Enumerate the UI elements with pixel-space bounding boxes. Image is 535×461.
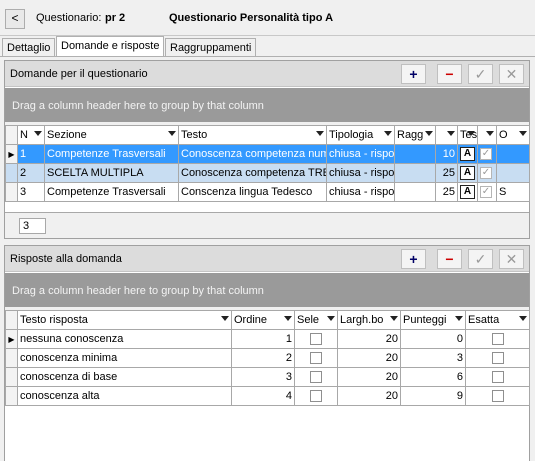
answers-group-hint: Drag a column header here to group by th…	[12, 285, 264, 297]
questions-group-hint: Drag a column header here to group by th…	[12, 100, 264, 112]
table-row[interactable]: conoscenza minima 2 20 3	[5, 348, 530, 368]
questions-grid[interactable]: N Sezione Testo Tipologia Ragg Tes O ▶ 1…	[5, 125, 530, 202]
cancel-question-button[interactable]: ✕	[499, 64, 524, 84]
questions-panel: Domande per il questionario + − ✓ ✕ Drag…	[4, 60, 530, 239]
add-question-button[interactable]: +	[401, 64, 426, 84]
checkbox[interactable]: ✓	[480, 167, 492, 180]
col-header-testo-risposta[interactable]: Testo risposta	[17, 310, 232, 330]
document-icon[interactable]: A	[460, 166, 475, 180]
checkbox[interactable]	[310, 352, 322, 365]
answers-group-panel[interactable]: Drag a column header here to group by th…	[5, 273, 529, 307]
questionnaire-title: Questionario Personalità tipo A	[169, 12, 334, 24]
answers-panel: Risposte alla domanda + − ✓ ✕ Drag a col…	[4, 245, 530, 461]
current-row-icon: ▶	[5, 329, 18, 349]
questionnaire-label: Questionario:	[36, 12, 102, 24]
col-header-o[interactable]: O	[496, 125, 530, 145]
checkbox[interactable]	[310, 371, 322, 384]
checkbox[interactable]	[491, 390, 504, 403]
add-answer-button[interactable]: +	[401, 249, 426, 269]
table-row[interactable]: conoscenza di base 3 20 6	[5, 367, 530, 387]
tab-domande-risposte[interactable]: Domande e risposte	[56, 36, 165, 57]
checkbox[interactable]	[491, 371, 504, 384]
col-header-ordine[interactable]: Ordine	[231, 310, 295, 330]
col-header-esatta[interactable]: Esatta	[465, 310, 530, 330]
row-count: 3	[19, 218, 46, 234]
checkbox[interactable]	[491, 352, 504, 365]
col-header-n[interactable]: N	[17, 125, 45, 145]
questions-group-panel[interactable]: Drag a column header here to group by th…	[5, 88, 529, 122]
table-row[interactable]: 3 Competenze Trasversali Conscenza lingu…	[5, 182, 530, 202]
col-header-check[interactable]	[477, 125, 497, 145]
checkbox[interactable]: ✓	[480, 148, 492, 161]
checkbox[interactable]	[310, 390, 322, 403]
table-row[interactable]: 2 SCELTA MULTIPLA Conoscenza competenza …	[5, 163, 530, 183]
col-header-tes[interactable]: Tes	[457, 125, 478, 145]
checkbox[interactable]: ✓	[480, 186, 492, 199]
questions-header-indicator	[5, 125, 18, 145]
tab-strip-line	[0, 56, 535, 57]
table-row[interactable]: ▶ 1 Competenze Trasversali Conoscenza co…	[5, 144, 530, 164]
col-header-tipologia[interactable]: Tipologia	[326, 125, 395, 145]
col-header-testo[interactable]: Testo	[178, 125, 327, 145]
tab-dettaglio[interactable]: Dettaglio	[2, 38, 56, 56]
current-row-icon: ▶	[5, 144, 18, 164]
questions-footer: 3	[5, 212, 529, 238]
questions-title-text: Domande per il questionario	[10, 68, 148, 80]
cancel-answer-button[interactable]: ✕	[499, 249, 524, 269]
answers-title-text: Risposte alla domanda	[10, 253, 122, 265]
confirm-question-button[interactable]: ✓	[468, 64, 493, 84]
answers-grid[interactable]: Testo risposta Ordine Sele Largh.bo Punt…	[5, 310, 530, 406]
col-header-largh[interactable]: Largh.bo	[337, 310, 401, 330]
col-header-ragg[interactable]: Ragg	[394, 125, 436, 145]
table-row[interactable]: ▶ nessuna conoscenza 1 20 0	[5, 329, 530, 349]
back-button[interactable]: <	[5, 9, 25, 29]
answers-header-indicator	[5, 310, 18, 330]
document-icon[interactable]: A	[460, 185, 475, 199]
questionnaire-code: pr 2	[105, 12, 126, 24]
checkbox[interactable]	[491, 333, 504, 346]
remove-answer-button[interactable]: −	[437, 249, 462, 269]
col-header-value[interactable]	[435, 125, 458, 145]
table-row[interactable]: conoscenza alta 4 20 9	[5, 386, 530, 406]
checkbox[interactable]	[310, 333, 322, 346]
remove-question-button[interactable]: −	[437, 64, 462, 84]
col-header-sezione[interactable]: Sezione	[44, 125, 179, 145]
document-icon[interactable]: A	[460, 147, 475, 161]
confirm-answer-button[interactable]: ✓	[468, 249, 493, 269]
col-header-sele[interactable]: Sele	[294, 310, 338, 330]
col-header-punteggio[interactable]: Punteggi	[400, 310, 466, 330]
tab-raggruppamenti[interactable]: Raggruppamenti	[165, 38, 257, 56]
